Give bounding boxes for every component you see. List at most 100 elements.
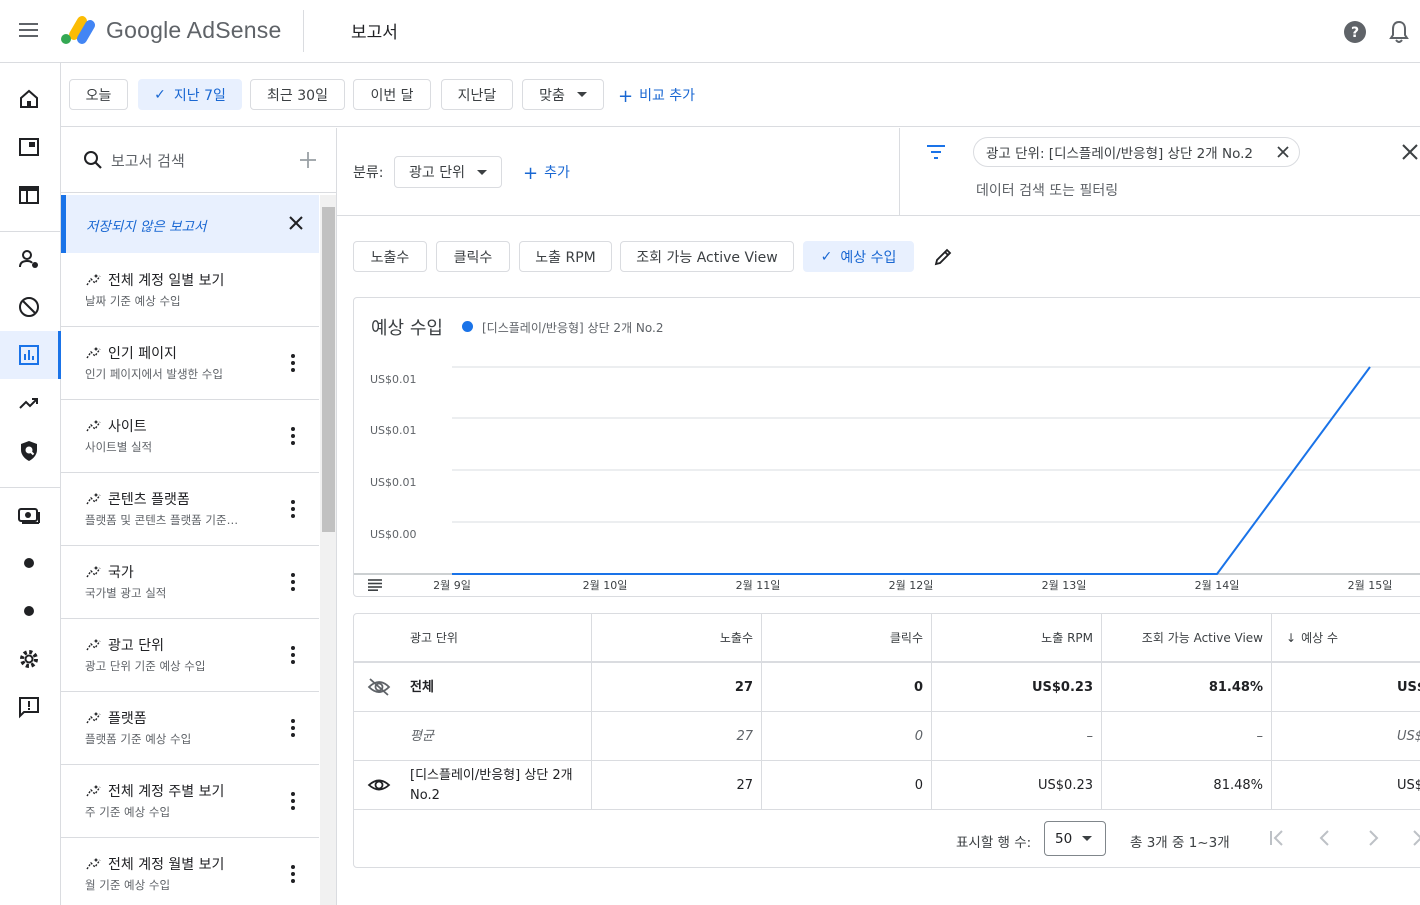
metric-chip-earnings[interactable]: ✓ 예상 수입 [803, 241, 914, 272]
svg-text:?: ? [1351, 25, 1359, 41]
earnings-line-chart: US$0.01 US$0.01 US$0.01 US$0.00 2월 9일 2월 10일 2… [354, 366, 1420, 592]
more-vert-icon[interactable] [291, 573, 295, 591]
table-row[interactable]: [디스플레이/반응형] 상단 2개 No.2 27 0 US$0.23 81.48% US… [354, 761, 1420, 810]
trending-icon[interactable] [17, 391, 41, 415]
last-page-icon[interactable] [1409, 828, 1420, 848]
check-icon: ✓ [820, 248, 833, 265]
report-list-item[interactable]: 플랫폼 플랫폼 기준 예상 수입 [61, 692, 319, 765]
ads-icon[interactable] [17, 135, 41, 159]
cell-ad-unit: 전체 [354, 663, 592, 712]
cell-impressions: 27 [592, 663, 762, 712]
sidebar-scrollbar[interactable] [320, 195, 336, 905]
report-list-item[interactable]: 콘텐츠 플랫폼 플랫폼 및 콘텐츠 플랫폼 기준… [61, 473, 319, 546]
add-report-icon[interactable] [298, 150, 318, 170]
add-compare-label: 비교 추가 [639, 88, 696, 104]
filter-chip[interactable]: 광고 단위: [디스플레이/반응형] 상단 2개 No.2 [973, 137, 1300, 167]
more-vert-icon[interactable] [291, 354, 295, 372]
column-header-active-view[interactable]: 조회 가능 Active View [1102, 614, 1272, 661]
date-chip-last-30-days[interactable]: 최근 30일 [250, 79, 345, 110]
more-vert-icon[interactable] [291, 500, 295, 518]
privacy-icon[interactable] [17, 439, 41, 463]
settings-icon[interactable] [17, 647, 41, 671]
rows-per-page-select[interactable]: 50 [1044, 821, 1106, 856]
column-header-ad-unit[interactable]: 광고 단위 [354, 614, 592, 661]
scrollbar-thumb[interactable] [322, 207, 335, 532]
date-chip-last-7-days[interactable]: ✓ 지난 7일 [138, 79, 242, 110]
cell-active-view: 81.48% [1102, 761, 1272, 810]
date-chip-this-month[interactable]: 이번 달 [353, 79, 431, 110]
cell-rpm: US$0.23 [932, 761, 1102, 810]
report-title: 국가 [108, 565, 134, 581]
more-vert-icon[interactable] [291, 719, 295, 737]
filter-search-input[interactable] [976, 180, 1276, 202]
add-comparison-button[interactable]: + 비교 추가 [618, 85, 695, 107]
unsaved-report-item[interactable]: 저장되지 않은 보고서 [61, 195, 319, 253]
column-header-impressions[interactable]: 노출수 [592, 614, 762, 661]
cell-active-view: 81.48% [1102, 663, 1272, 712]
insights-icon [86, 274, 101, 286]
table-row[interactable]: 전체 27 0 US$0.23 81.48% US$0. [354, 663, 1420, 712]
close-icon[interactable] [288, 215, 304, 231]
previous-page-icon[interactable] [1315, 828, 1335, 848]
report-list-item[interactable]: 국가 국가별 광고 실적 [61, 546, 319, 619]
add-breakdown-button[interactable]: + 추가 [523, 162, 570, 184]
cell-text: – [1086, 729, 1094, 744]
dot-icon[interactable] [17, 551, 41, 575]
metric-chip-clicks[interactable]: 클릭수 [436, 241, 510, 272]
report-list-item[interactable]: 전체 계정 주별 보기 주 기준 예상 수입 [61, 765, 319, 838]
cell-ad-unit: 평균 [354, 712, 592, 761]
report-list-item[interactable]: 광고 단위 광고 단위 기준 예상 수입 [61, 619, 319, 692]
rows-per-page-value: 50 [1055, 830, 1073, 847]
cell-text: 전체 [410, 679, 434, 695]
metric-chip-impressions[interactable]: 노출수 [353, 241, 427, 272]
metric-label: 클릭수 [453, 249, 493, 266]
metric-chip-rpm[interactable]: 노출 RPM [519, 241, 612, 272]
filter-chip-label: 광고 단위: [디스플레이/반응형] 상단 2개 No.2 [986, 146, 1253, 162]
layout-icon[interactable] [17, 183, 41, 207]
date-chip-last-month[interactable]: 지난달 [441, 79, 513, 110]
help-icon[interactable]: ? [1343, 20, 1367, 44]
reports-icon[interactable] [17, 343, 41, 367]
report-list-item[interactable]: 사이트 사이트별 실적 [61, 400, 319, 473]
cell-rpm: US$0.23 [932, 663, 1102, 712]
chart-table-toggle-icon[interactable] [368, 579, 382, 591]
more-vert-icon[interactable] [291, 646, 295, 664]
report-list-item[interactable]: 전체 계정 월별 보기 월 기준 예상 수입 [61, 838, 319, 905]
notifications-icon[interactable] [1388, 20, 1410, 44]
account-icon[interactable] [17, 247, 41, 271]
breakdown-value: 광고 단위 [409, 165, 465, 181]
report-search-input[interactable] [111, 148, 291, 174]
more-vert-icon[interactable] [291, 427, 295, 445]
feedback-icon[interactable] [17, 695, 41, 719]
breakdown-select[interactable]: 광고 단위 [394, 156, 502, 188]
table-row[interactable]: 평균 27 0 – – US$0. [354, 712, 1420, 761]
dot-icon[interactable] [17, 599, 41, 623]
more-vert-icon[interactable] [291, 865, 295, 883]
first-page-icon[interactable] [1267, 828, 1287, 848]
column-label: 광고 단위 [410, 631, 458, 645]
date-chip-today[interactable]: 오늘 [69, 79, 128, 110]
more-vert-icon[interactable] [291, 792, 295, 810]
insights-icon [86, 420, 101, 432]
y-tick-label: US$0.01 [370, 373, 417, 386]
column-header-earnings[interactable]: ↓ 예상 수 [1272, 614, 1420, 661]
report-list-item[interactable]: 인기 페이지 인기 페이지에서 발생한 수입 [61, 327, 319, 400]
x-tick-label: 2월 11일 [736, 578, 781, 592]
column-header-clicks[interactable]: 클릭수 [762, 614, 932, 661]
date-chip-custom[interactable]: 맞춤 [522, 79, 604, 110]
insights-icon [86, 712, 101, 724]
remove-filter-icon[interactable] [1277, 146, 1289, 158]
next-page-icon[interactable] [1363, 828, 1383, 848]
payments-icon[interactable] [17, 503, 41, 527]
home-icon[interactable] [17, 87, 41, 111]
report-subtitle: 인기 페이지에서 발생한 수입 [85, 367, 223, 381]
edit-icon[interactable] [933, 247, 953, 267]
cell-text: – [1256, 729, 1264, 744]
close-filter-icon[interactable] [1402, 144, 1418, 160]
filter-icon[interactable] [926, 144, 946, 160]
report-list-item[interactable]: 전체 계정 일별 보기 날짜 기준 예상 수입 [61, 254, 319, 327]
menu-icon[interactable] [16, 19, 42, 43]
block-icon[interactable] [17, 295, 41, 319]
metric-chip-active-view[interactable]: 조회 가능 Active View [620, 241, 794, 272]
column-header-rpm[interactable]: 노출 RPM [932, 614, 1102, 661]
